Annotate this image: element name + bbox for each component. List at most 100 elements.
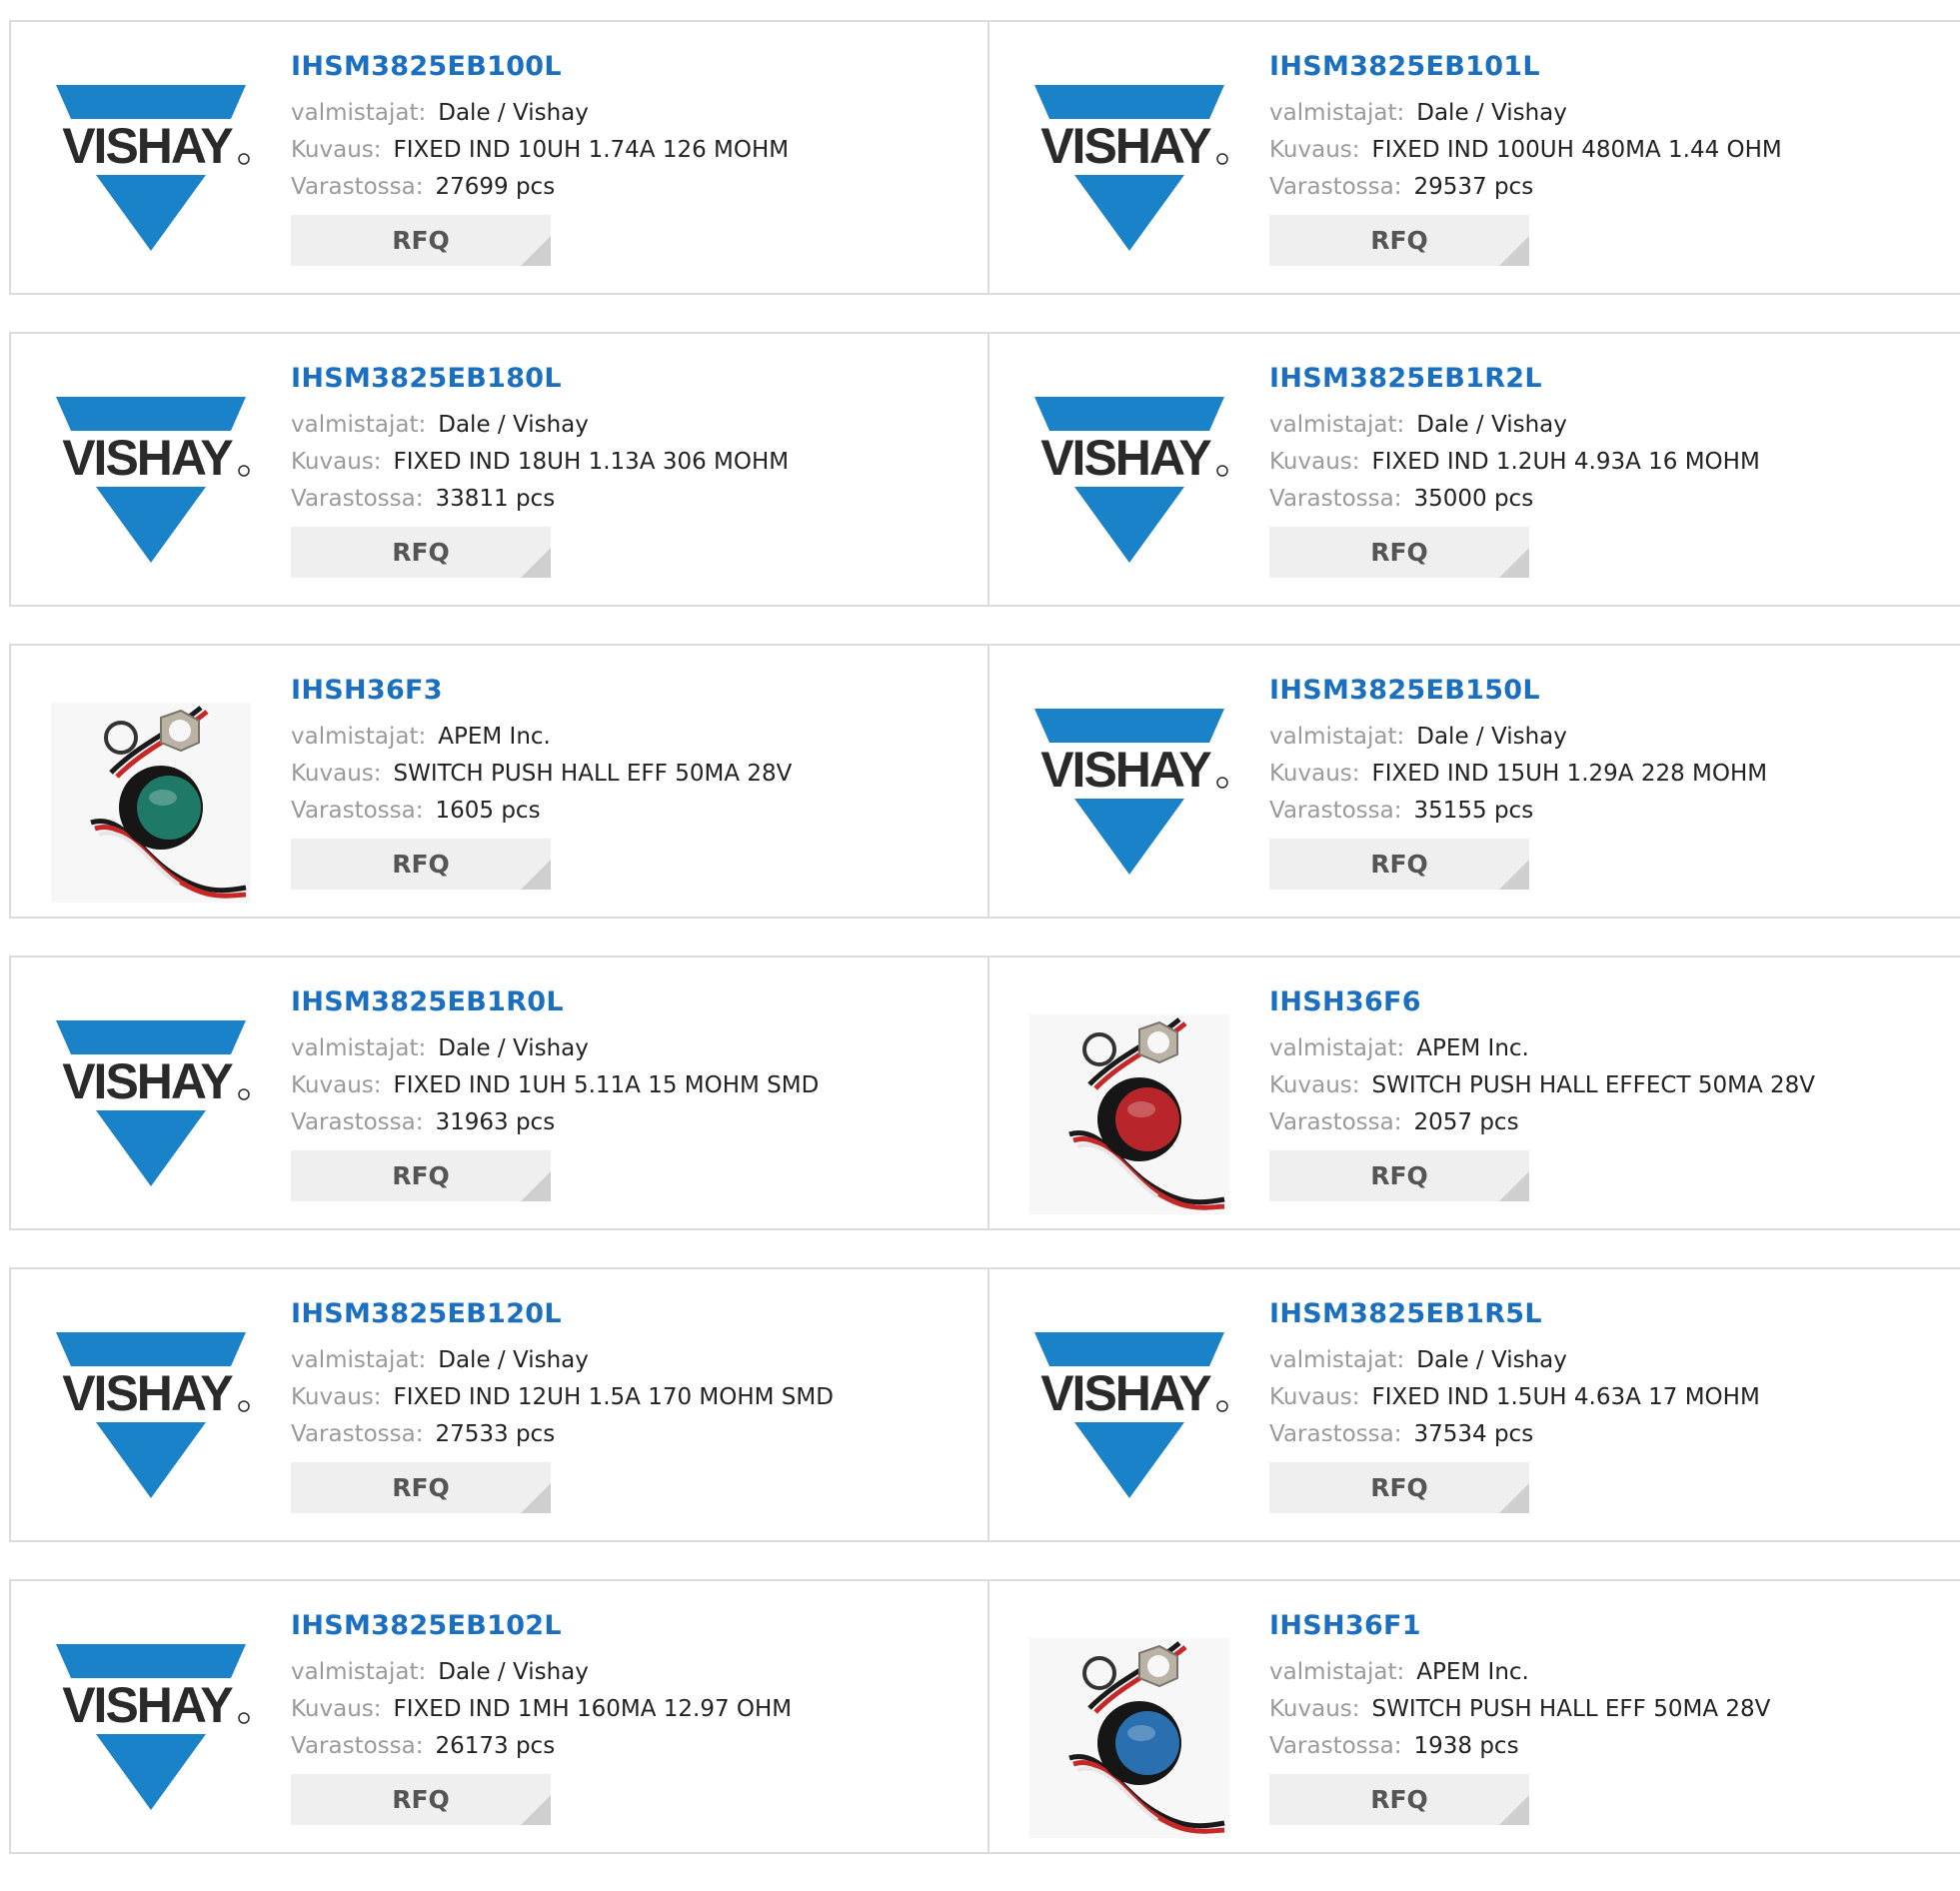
description-line: Kuvaus: FIXED IND 12UH 1.5A 170 MOHM SMD [291, 1379, 834, 1416]
stock-value: 1605 pcs [435, 798, 541, 824]
product-card: IHSH36F3 valmistajat: APEM Inc. Kuvaus: SWIT… [11, 646, 987, 917]
pushbutton-switch-blue-image[interactable] [1029, 1638, 1229, 1838]
part-number-link[interactable]: IHSH36F3 [291, 674, 792, 708]
description-line: Kuvaus: SWITCH PUSH HALL EFF 50MA 28V [291, 756, 792, 793]
description-label: Kuvaus: [1269, 1696, 1360, 1722]
stock-label: Varastossa: [291, 1109, 424, 1135]
rfq-label: RFQ [1370, 850, 1428, 879]
svg-text:VISHAY: VISHAY [1040, 1365, 1211, 1421]
product-card: VISHAY IHSM3825EB180L valmistajat: Dale / V… [11, 334, 987, 605]
vishay-logo-image[interactable]: VISHAY [1029, 391, 1229, 591]
description-label: Kuvaus: [1269, 1384, 1360, 1410]
part-number-link[interactable]: IHSM3825EB100L [291, 50, 789, 84]
manufacturer-value: Dale / Vishay [1416, 412, 1567, 438]
product-info: IHSM3825EB1R0L valmistajat: Dale / Vishay K… [291, 985, 819, 1201]
part-number-link[interactable]: IHSM3825EB102L [291, 1609, 792, 1643]
rfq-label: RFQ [392, 226, 450, 255]
rfq-button[interactable]: RFQ [1269, 1150, 1529, 1201]
part-number-link[interactable]: IHSM3825EB1R2L [1269, 362, 1760, 396]
vishay-logo-image[interactable]: VISHAY [51, 1014, 251, 1214]
part-number-link[interactable]: IHSM3825EB1R5L [1269, 1297, 1760, 1331]
svg-text:VISHAY: VISHAY [62, 430, 233, 486]
rfq-button[interactable]: RFQ [291, 1774, 551, 1825]
stock-label: Varastossa: [1269, 174, 1402, 200]
rfq-button[interactable]: RFQ [1269, 1774, 1529, 1825]
description-value: FIXED IND 12UH 1.5A 170 MOHM SMD [393, 1384, 834, 1410]
part-number-link[interactable]: IHSH36F6 [1269, 985, 1815, 1019]
manufacturer-line: valmistajat: Dale / Vishay [1269, 1342, 1760, 1379]
stock-line: Varastossa: 27699 pcs [291, 169, 789, 206]
vishay-logo-image[interactable]: VISHAY [51, 391, 251, 591]
product-info: IHSM3825EB120L valmistajat: Dale / Vishay K… [291, 1297, 834, 1513]
manufacturer-label: valmistajat: [291, 724, 427, 750]
part-number-link[interactable]: IHSM3825EB120L [291, 1297, 834, 1331]
description-label: Kuvaus: [1269, 761, 1360, 787]
manufacturer-value: APEM Inc. [1416, 1035, 1529, 1061]
product-info: IHSH36F3 valmistajat: APEM Inc. Kuvaus: SWIT… [291, 674, 792, 890]
vishay-logo-image[interactable]: VISHAY [51, 1326, 251, 1526]
vishay-logo-image[interactable]: VISHAY [1029, 703, 1229, 903]
rfq-button[interactable]: RFQ [291, 839, 551, 890]
manufacturer-label: valmistajat: [1269, 1659, 1405, 1685]
vishay-logo-image[interactable]: VISHAY [51, 79, 251, 279]
stock-label: Varastossa: [1269, 1421, 1402, 1447]
manufacturer-label: valmistajat: [1269, 1035, 1405, 1061]
stock-label: Varastossa: [291, 798, 424, 824]
stock-line: Varastossa: 2057 pcs [1269, 1104, 1815, 1141]
description-value: FIXED IND 10UH 1.74A 126 MOHM [393, 137, 790, 163]
description-line: Kuvaus: FIXED IND 100UH 480MA 1.44 OHM [1269, 132, 1782, 169]
part-number-link[interactable]: IHSM3825EB101L [1269, 50, 1782, 84]
product-info: IHSM3825EB101L valmistajat: Dale / Vishay K… [1269, 50, 1782, 266]
part-number-link[interactable]: IHSH36F1 [1269, 1609, 1770, 1643]
stock-value: 29537 pcs [1413, 174, 1534, 200]
stock-line: Varastossa: 33811 pcs [291, 481, 789, 518]
rfq-button[interactable]: RFQ [291, 527, 551, 578]
product-info: IHSM3825EB100L valmistajat: Dale / Vishay K… [291, 50, 789, 266]
description-line: Kuvaus: FIXED IND 15UH 1.29A 228 MOHM [1269, 756, 1767, 793]
corner-triangle-icon [521, 860, 551, 890]
pushbutton-switch-green-image[interactable] [51, 703, 251, 903]
stock-line: Varastossa: 29537 pcs [1269, 169, 1782, 206]
product-info: IHSM3825EB180L valmistajat: Dale / Vishay K… [291, 362, 789, 578]
rfq-label: RFQ [1370, 1473, 1428, 1502]
pushbutton-switch-red-image[interactable] [1029, 1014, 1229, 1214]
stock-value: 27699 pcs [435, 174, 556, 200]
manufacturer-line: valmistajat: Dale / Vishay [1269, 95, 1782, 132]
rfq-label: RFQ [1370, 1785, 1428, 1814]
svg-text:VISHAY: VISHAY [1040, 118, 1211, 174]
rfq-button[interactable]: RFQ [291, 1462, 551, 1513]
rfq-label: RFQ [392, 1473, 450, 1502]
product-card: VISHAY IHSM3825EB120L valmistajat: Dale / V… [11, 1269, 987, 1540]
product-info: IHSH36F1 valmistajat: APEM Inc. Kuvaus: SWIT… [1269, 1609, 1770, 1825]
vishay-logo-image[interactable]: VISHAY [51, 1638, 251, 1838]
rfq-label: RFQ [392, 538, 450, 567]
corner-triangle-icon [1499, 236, 1529, 266]
part-number-link[interactable]: IHSM3825EB150L [1269, 674, 1767, 708]
rfq-button[interactable]: RFQ [291, 215, 551, 266]
description-label: Kuvaus: [291, 449, 382, 475]
rfq-button[interactable]: RFQ [1269, 1462, 1529, 1513]
corner-triangle-icon [521, 1483, 551, 1513]
part-number-link[interactable]: IHSM3825EB180L [291, 362, 789, 396]
manufacturer-value: Dale / Vishay [1416, 1347, 1567, 1373]
vishay-logo-image[interactable]: VISHAY [1029, 79, 1229, 279]
description-label: Kuvaus: [291, 1696, 382, 1722]
rfq-label: RFQ [1370, 1161, 1428, 1190]
stock-line: Varastossa: 35155 pcs [1269, 793, 1767, 830]
stock-label: Varastossa: [291, 486, 424, 512]
manufacturer-value: Dale / Vishay [1416, 724, 1567, 750]
rfq-button[interactable]: RFQ [1269, 215, 1529, 266]
svg-text:VISHAY: VISHAY [62, 118, 233, 174]
rfq-button[interactable]: RFQ [1269, 527, 1529, 578]
stock-label: Varastossa: [1269, 486, 1402, 512]
rfq-button[interactable]: RFQ [291, 1150, 551, 1201]
corner-triangle-icon [521, 548, 551, 578]
stock-value: 35000 pcs [1413, 486, 1534, 512]
description-line: Kuvaus: FIXED IND 10UH 1.74A 126 MOHM [291, 132, 789, 169]
vishay-logo-image[interactable]: VISHAY [1029, 1326, 1229, 1526]
rfq-button[interactable]: RFQ [1269, 839, 1529, 890]
part-number-link[interactable]: IHSM3825EB1R0L [291, 985, 819, 1019]
manufacturer-label: valmistajat: [291, 100, 427, 126]
stock-label: Varastossa: [291, 1733, 424, 1759]
description-value: FIXED IND 18UH 1.13A 306 MOHM [393, 449, 790, 475]
